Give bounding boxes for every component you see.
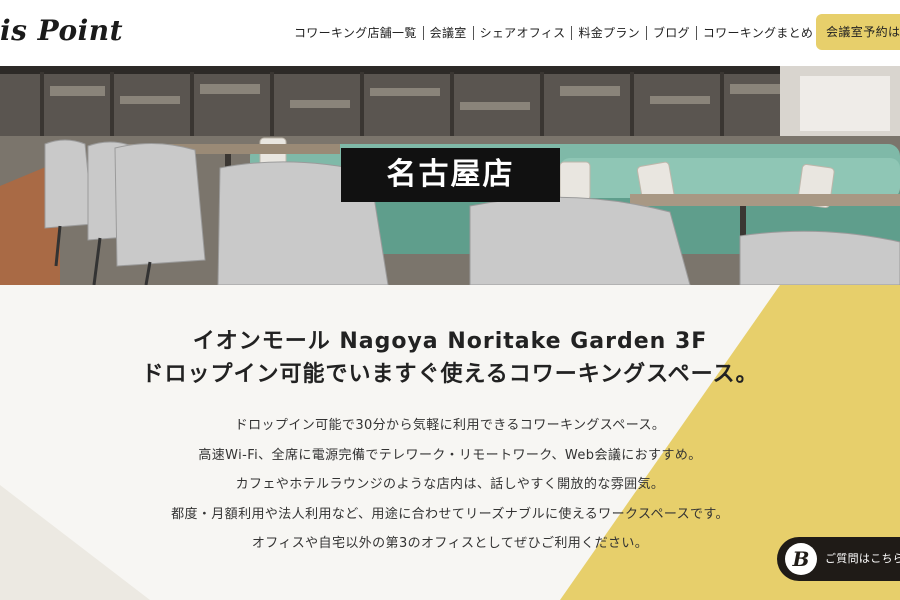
faq-button[interactable]: B ご質問はこちら <box>777 537 900 581</box>
nav-item-share-office[interactable]: シェアオフィス <box>474 26 573 40</box>
body-line-3: カフェやホテルラウンジのような店内は、話しやすく開放的な雰囲気。 <box>235 477 665 492</box>
intro-body: ドロップイン可能で30分から気軽に利用できるコワーキングスペース。 高速Wi-F… <box>0 411 900 559</box>
store-title: 名古屋店 <box>341 148 560 202</box>
headline-line-2: ドロップイン可能でいますぐ使えるコワーキングスペース。 <box>141 362 759 387</box>
body-line-4: 都度・月額利用や法人利用など、用途に合わせてリーズナブルに使えるワークスペースで… <box>171 506 729 522</box>
nav-item-meeting-room[interactable]: 会議室 <box>424 26 474 40</box>
intro-section: イオンモール Nagoya Noritake Garden 3F ドロップイン可… <box>0 285 900 600</box>
meeting-room-reserve-button[interactable]: 会議室予約はこ <box>816 14 900 50</box>
body-line-2: 高速Wi-Fi、全席に電源完備でテレワーク・リモートワーク、Web会議におすすめ… <box>198 447 702 463</box>
nav-item-pricing[interactable]: 料金プラン <box>572 26 647 40</box>
body-line-5: オフィスや自宅以外の第3のオフィスとしてぜひご利用ください。 <box>251 536 649 551</box>
faq-label: ご質問はこちら <box>825 552 900 565</box>
nav-item-blog[interactable]: ブログ <box>647 26 697 40</box>
brand-b-icon: B <box>785 543 817 575</box>
nav-item-coworking-list[interactable]: コワーキング店舗一覧 <box>294 26 424 40</box>
hero-banner: 名古屋店 <box>0 66 900 285</box>
main-nav: コワーキング店舗一覧 会議室 シェアオフィス 料金プラン ブログ コワーキングま… <box>294 24 819 42</box>
site-header: is Point コワーキング店舗一覧 会議室 シェアオフィス 料金プラン ブロ… <box>0 0 900 66</box>
body-line-1: ドロップイン可能で30分から気軽に利用できるコワーキングスペース。 <box>234 418 666 433</box>
intro-headline: イオンモール Nagoya Noritake Garden 3F ドロップイン可… <box>0 325 900 391</box>
site-logo[interactable]: is Point <box>0 14 123 47</box>
headline-line-1: イオンモール Nagoya Noritake Garden 3F <box>192 329 708 354</box>
nav-item-coworking-summary[interactable]: コワーキングまとめ <box>697 26 819 40</box>
